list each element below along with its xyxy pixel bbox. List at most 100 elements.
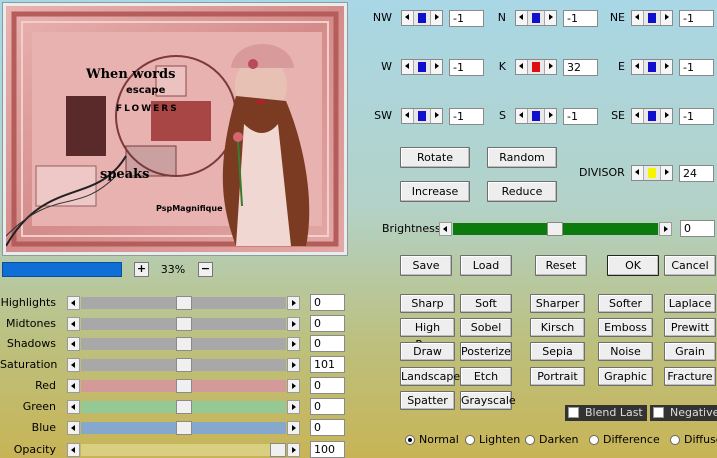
preset-noise-button[interactable]: Noise [598,342,653,361]
opacity-slider[interactable] [67,443,300,457]
matrix-k-decrease-arrow[interactable] [516,60,528,74]
highlights-input[interactable]: 0 [310,294,345,311]
preset-sharp-button[interactable]: Sharp [400,294,455,313]
opacity-left-arrow[interactable] [67,443,80,457]
preset-etch-button[interactable]: Etch [460,367,512,386]
matrix-nw-input[interactable]: -1 [449,10,484,27]
preset-sepia-button[interactable]: Sepia [530,342,585,361]
matrix-ne-spinner[interactable] [631,10,673,26]
highlights-right-arrow[interactable] [287,296,300,310]
preset-grain-button[interactable]: Grain [664,342,716,361]
saturation-input[interactable]: 101 [310,356,345,373]
green-input[interactable]: 0 [310,398,345,415]
blue-slider[interactable] [67,421,300,435]
matrix-nw-increase-arrow[interactable] [430,11,442,25]
matrix-n-increase-arrow[interactable] [544,11,556,25]
reduce-button[interactable]: Reduce [487,181,557,202]
matrix-sw-input[interactable]: -1 [449,108,484,125]
mode-darken-radio[interactable]: Darken [523,432,578,448]
matrix-nw-spinner[interactable] [401,10,443,26]
matrix-nw-decrease-arrow[interactable] [402,11,414,25]
matrix-se-decrease-arrow[interactable] [632,109,644,123]
green-slider[interactable] [67,400,300,414]
preset-fracture-button[interactable]: Fracture [664,367,716,386]
matrix-se-input[interactable]: -1 [679,108,714,125]
matrix-sw-increase-arrow[interactable] [430,109,442,123]
negative-box[interactable] [653,407,664,418]
preset-posterize-button[interactable]: Posterize [460,342,512,361]
red-right-arrow[interactable] [287,379,300,393]
matrix-w-spinner[interactable] [401,59,443,75]
matrix-w-decrease-arrow[interactable] [402,60,414,74]
matrix-se-increase-arrow[interactable] [660,109,672,123]
saturation-thumb[interactable] [175,358,192,372]
highlights-left-arrow[interactable] [67,296,80,310]
shadows-right-arrow[interactable] [287,337,300,351]
preset-landscape-button[interactable]: Landscape [400,367,460,386]
divisor-decrease-arrow[interactable] [632,166,644,180]
saturation-left-arrow[interactable] [67,358,80,372]
blend-last-box[interactable] [568,407,579,418]
radio-dot[interactable] [670,435,680,445]
preset-graphic-button[interactable]: Graphic [598,367,653,386]
midtones-slider[interactable] [67,317,300,331]
midtones-left-arrow[interactable] [67,317,80,331]
matrix-e-decrease-arrow[interactable] [632,60,644,74]
blue-left-arrow[interactable] [67,421,80,435]
matrix-k-input[interactable]: 32 [563,59,598,76]
save-button[interactable]: Save [400,255,452,276]
divisor-increase-arrow[interactable] [660,166,672,180]
matrix-sw-spinner[interactable] [401,108,443,124]
highlights-thumb[interactable] [175,296,192,310]
preset-prewitt-button[interactable]: Prewitt [664,318,716,337]
random-button[interactable]: Random [487,147,557,168]
midtones-right-arrow[interactable] [287,317,300,331]
mode-difference-radio[interactable]: Difference [587,432,660,448]
matrix-s-increase-arrow[interactable] [544,109,556,123]
matrix-e-increase-arrow[interactable] [660,60,672,74]
blend-last-checkbox[interactable]: Blend Last [565,405,647,421]
divisor-spinner[interactable] [631,165,673,181]
matrix-s-spinner[interactable] [515,108,557,124]
shadows-input[interactable]: 0 [310,335,345,352]
matrix-s-input[interactable]: -1 [563,108,598,125]
preset-kirsch-button[interactable]: Kirsch [530,318,585,337]
preset-draw-button[interactable]: Draw [400,342,455,361]
matrix-w-input[interactable]: -1 [449,59,484,76]
matrix-k-increase-arrow[interactable] [544,60,556,74]
radio-dot[interactable] [465,435,475,445]
brightness-right-arrow[interactable] [659,222,672,236]
mode-normal-radio[interactable]: Normal [403,432,459,448]
matrix-n-decrease-arrow[interactable] [516,11,528,25]
midtones-input[interactable]: 0 [310,315,345,332]
mode-diffuse-radio[interactable]: Diffuse [668,432,717,448]
rotate-button[interactable]: Rotate [400,147,470,168]
midtones-thumb[interactable] [175,317,192,331]
shadows-thumb[interactable] [175,337,192,351]
radio-dot[interactable] [525,435,535,445]
red-input[interactable]: 0 [310,377,345,394]
reset-button[interactable]: Reset [535,255,587,276]
preset-laplace-button[interactable]: Laplace [664,294,716,313]
matrix-sw-decrease-arrow[interactable] [402,109,414,123]
matrix-n-spinner[interactable] [515,10,557,26]
shadows-left-arrow[interactable] [67,337,80,351]
matrix-e-spinner[interactable] [631,59,673,75]
mode-lighten-radio[interactable]: Lighten [463,432,520,448]
brightness-slider[interactable] [439,222,672,236]
opacity-thumb[interactable] [270,443,286,457]
matrix-se-spinner[interactable] [631,108,673,124]
green-left-arrow[interactable] [67,400,80,414]
preset-soft-button[interactable]: Soft [460,294,512,313]
brightness-thumb[interactable] [547,222,563,236]
load-button[interactable]: Load [460,255,512,276]
matrix-k-spinner[interactable] [515,59,557,75]
saturation-slider[interactable] [67,358,300,372]
zoom-in-button[interactable]: + [134,262,149,277]
brightness-input[interactable]: 0 [680,220,715,237]
matrix-ne-increase-arrow[interactable] [660,11,672,25]
increase-button[interactable]: Increase [400,181,470,202]
saturation-right-arrow[interactable] [287,358,300,372]
preset-emboss-button[interactable]: Emboss [598,318,653,337]
preset-grayscale-button[interactable]: Grayscale [460,391,516,410]
